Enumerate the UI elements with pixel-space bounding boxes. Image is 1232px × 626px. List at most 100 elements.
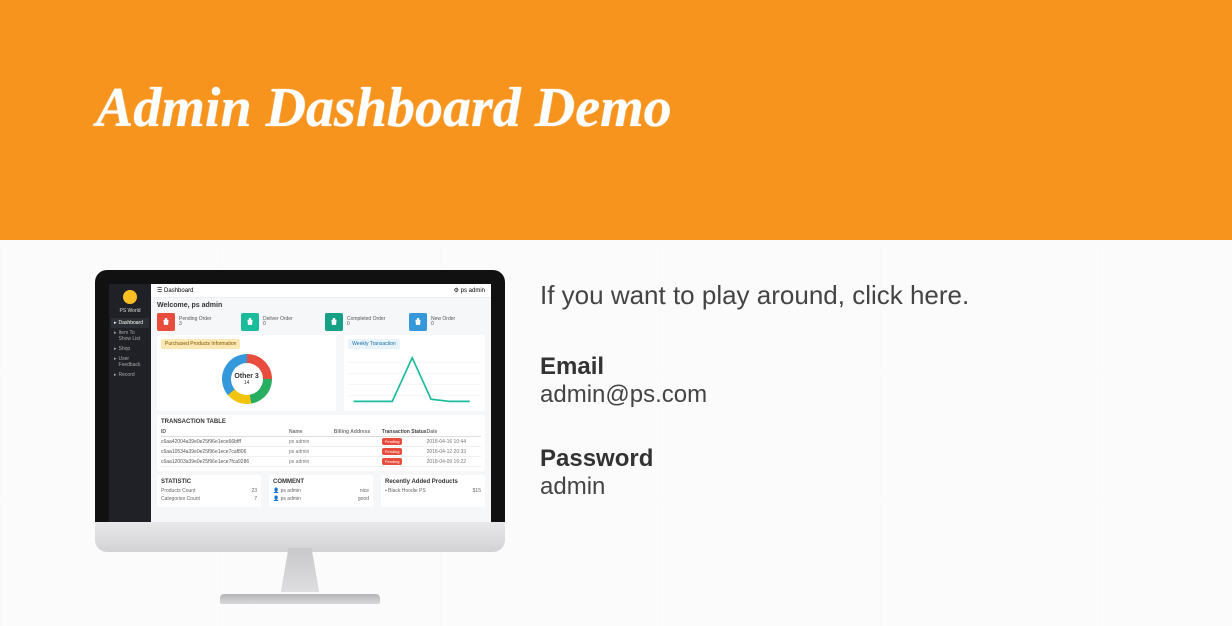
stat-label: Completed Order xyxy=(347,316,385,322)
recent-panel: Recently Added Products ▪ Black Hoodie P… xyxy=(381,475,485,507)
stat-label: Categories Count xyxy=(161,496,200,502)
imac-mock: PS World ▸ Dashboard ▸ Item To Show List… xyxy=(95,270,505,604)
product-price: $15 xyxy=(473,488,481,494)
comment-user: ps admin xyxy=(281,488,301,494)
line-panel: Weekly Transaction xyxy=(344,335,485,411)
dashboard-main: ☰ Dashboard ⚙ ps admin Welcome, ps admin… xyxy=(151,284,491,522)
comment-text: nice xyxy=(360,488,369,494)
breadcrumb: Dashboard xyxy=(164,288,193,294)
panel-title: COMMENT xyxy=(273,479,369,485)
donut-center-value: 14 xyxy=(244,380,250,386)
cell-addr xyxy=(334,449,382,455)
sidebar-item-dashboard[interactable]: ▸ Dashboard xyxy=(111,318,149,328)
email-value: admin@ps.com xyxy=(540,381,1172,409)
cell-date: 2018-04-09 16:22 xyxy=(427,459,481,465)
cell-id: c6aa12003a39e0e25f96e1ece7fca9286 xyxy=(161,459,289,465)
stat-value: 0 xyxy=(431,321,434,327)
donut-center-label: Other 3 xyxy=(234,373,259,380)
table-row[interactable]: c6aa10534a39e0e25f96e1ece7caf806 ps admi… xyxy=(161,447,481,457)
bag-icon xyxy=(409,313,427,331)
panel-title: Recently Added Products xyxy=(385,479,481,485)
page-title: Admin Dashboard Demo xyxy=(96,80,1152,136)
table-row[interactable]: c6aa12003a39e0e25f96e1ece7fca9286 ps adm… xyxy=(161,457,481,467)
sidebar-item-label: Dashboard xyxy=(119,320,143,326)
table-row[interactable]: c6aa42004a39e0e25f96e1ece66bfff ps admin… xyxy=(161,437,481,447)
brand-name: PS World xyxy=(111,308,149,314)
stat-pending[interactable]: Pending Order3 xyxy=(157,313,233,331)
product-name: Black Hoodie PS xyxy=(388,488,426,494)
cell-id: c6aa10534a39e0e25f96e1ece7caf806 xyxy=(161,449,289,455)
col-date: Date xyxy=(427,429,481,435)
topright-user[interactable]: ⚙ ps admin xyxy=(454,287,485,294)
password-label: Password xyxy=(540,445,1172,473)
status-badge: Pending xyxy=(382,448,403,455)
table-header-row: ID Name Billing Address Transaction Stat… xyxy=(161,427,481,437)
stat-label: Deliver Order xyxy=(263,316,293,322)
transaction-table: TRANSACTION TABLE ID Name Billing Addres… xyxy=(157,415,485,471)
donut-header: Purchased Products Information xyxy=(161,339,240,349)
donut-panel: Purchased Products Information Other 3 1… xyxy=(157,335,336,411)
breadcrumb-bar: ☰ Dashboard ⚙ ps admin xyxy=(151,284,491,298)
line-header: Weekly Transaction xyxy=(348,339,400,349)
imac-foot xyxy=(220,594,380,604)
sidebar-item-label: Record xyxy=(119,372,135,378)
stat-new[interactable]: New Order0 xyxy=(409,313,485,331)
comment-text: good xyxy=(358,496,369,502)
email-label: Email xyxy=(540,353,1172,381)
table-title: TRANSACTION TABLE xyxy=(161,419,481,425)
sidebar-item-label: User Feedback xyxy=(119,356,146,368)
password-value: admin xyxy=(540,473,1172,501)
sidebar-item-label: Shop xyxy=(119,346,131,352)
cell-name: ps admin xyxy=(289,439,334,445)
col-name: Name xyxy=(289,429,334,435)
sidebar-item-itemlist[interactable]: ▸ Item To Show List xyxy=(111,328,149,344)
screen-bezel: PS World ▸ Dashboard ▸ Item To Show List… xyxy=(95,270,505,522)
sidebar-item-feedback[interactable]: ▸ User Feedback xyxy=(111,354,149,370)
lead-text[interactable]: If you want to play around, click here. xyxy=(540,280,1172,311)
status-badge: Pending xyxy=(382,438,403,445)
line-chart xyxy=(348,351,481,407)
welcome-text: Welcome, ps admin xyxy=(151,298,491,313)
user-label: ps admin xyxy=(461,288,485,294)
dashboard-screenshot: PS World ▸ Dashboard ▸ Item To Show List… xyxy=(109,284,491,522)
cell-name: ps admin xyxy=(289,449,334,455)
imac-stand xyxy=(268,548,332,596)
stat-label: New Order xyxy=(431,316,455,322)
stats-row: Pending Order3 Deliver Order0 Completed … xyxy=(151,313,491,335)
stat-label: Products Count xyxy=(161,488,195,494)
sidebar: PS World ▸ Dashboard ▸ Item To Show List… xyxy=(109,284,151,522)
stat-value: 0 xyxy=(263,321,266,327)
col-id: ID xyxy=(161,429,289,435)
bag-icon xyxy=(157,313,175,331)
sidebar-item-record[interactable]: ▸ Record xyxy=(111,370,149,380)
col-status: Transaction Status xyxy=(382,429,427,435)
sidebar-item-label: Item To Show List xyxy=(119,330,146,342)
bottom-panels: STATISTIC Products Count 23 Categories Co… xyxy=(151,475,491,511)
stat-value: 23 xyxy=(251,488,257,494)
cell-id: c6aa42004a39e0e25f96e1ece66bfff xyxy=(161,439,289,445)
stat-deliver[interactable]: Deliver Order0 xyxy=(241,313,317,331)
col-addr: Billing Address xyxy=(334,429,382,435)
stat-value: 3 xyxy=(179,321,182,327)
cell-name: ps admin xyxy=(289,459,334,465)
bag-icon xyxy=(325,313,343,331)
statistic-panel: STATISTIC Products Count 23 Categories Co… xyxy=(157,475,261,507)
bag-icon xyxy=(241,313,259,331)
comment-panel: COMMENT 👤 ps adminnice 👤 ps admingood xyxy=(269,475,373,507)
stat-label: Pending Order xyxy=(179,316,212,322)
stat-completed[interactable]: Completed Order0 xyxy=(325,313,401,331)
brand-logo xyxy=(123,290,137,304)
cell-date: 2018-04-16 10:44 xyxy=(427,439,481,445)
comment-user: ps admin xyxy=(281,496,301,502)
info-column: If you want to play around, click here. … xyxy=(530,270,1172,626)
imac-chin xyxy=(95,522,505,552)
sidebar-item-shop[interactable]: ▸ Shop xyxy=(111,344,149,354)
cell-addr xyxy=(334,459,382,465)
cell-date: 2018-04-12 20:33 xyxy=(427,449,481,455)
donut-chart: Other 3 14 xyxy=(161,351,332,407)
content-area: PS World ▸ Dashboard ▸ Item To Show List… xyxy=(0,240,1232,626)
cell-addr xyxy=(334,439,382,445)
stat-value: 7 xyxy=(254,496,257,502)
panel-title: STATISTIC xyxy=(161,479,257,485)
stat-value: 0 xyxy=(347,321,350,327)
